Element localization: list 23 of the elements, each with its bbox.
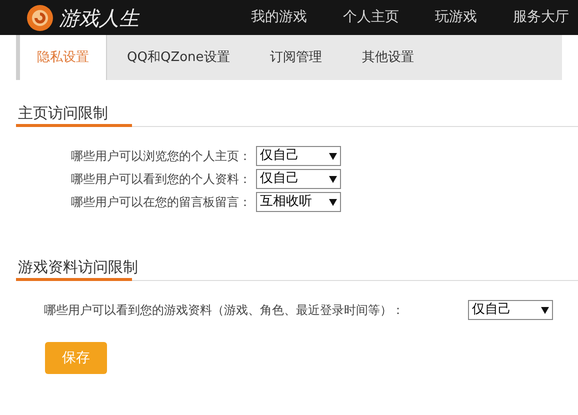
section-title: 游戏资料访问限制	[18, 257, 139, 278]
select-dropdown[interactable]: 仅自己	[256, 169, 341, 189]
caret-icon	[329, 198, 337, 206]
section-title: 主页访问限制	[18, 103, 109, 124]
caret-icon	[329, 176, 337, 182]
nav-link[interactable]: 玩游戏	[435, 7, 477, 28]
setting-label: 哪些用户可以在您的留言板留言：	[70, 194, 251, 211]
caret-icon	[541, 306, 549, 314]
tab[interactable]: QQ和QZone设置	[107, 35, 250, 80]
select-dropdown[interactable]: 仅自己	[468, 300, 553, 320]
caret-icon	[329, 152, 337, 160]
logo-icon	[24, 2, 56, 32]
select-dropdown[interactable]: 互相收听	[256, 192, 341, 212]
logo-text: 游戏人生	[59, 4, 141, 32]
tab[interactable]: 订阅管理	[250, 35, 342, 80]
select-dropdown[interactable]: 仅自己	[256, 146, 341, 166]
setting-label: 哪些用户可以看到您的游戏资料（游戏、角色、最近登录时间等）：	[44, 302, 405, 319]
setting-label: 哪些用户可以浏览您的个人主页：	[70, 148, 251, 165]
nav-link[interactable]: 服务大厅	[513, 7, 569, 28]
setting-label: 哪些用户可以看到您的个人资料：	[70, 171, 251, 188]
tab[interactable]: 其他设置	[342, 35, 434, 80]
nav-link[interactable]: 个人主页	[343, 7, 399, 28]
nav-link[interactable]: 我的游戏	[251, 7, 307, 28]
